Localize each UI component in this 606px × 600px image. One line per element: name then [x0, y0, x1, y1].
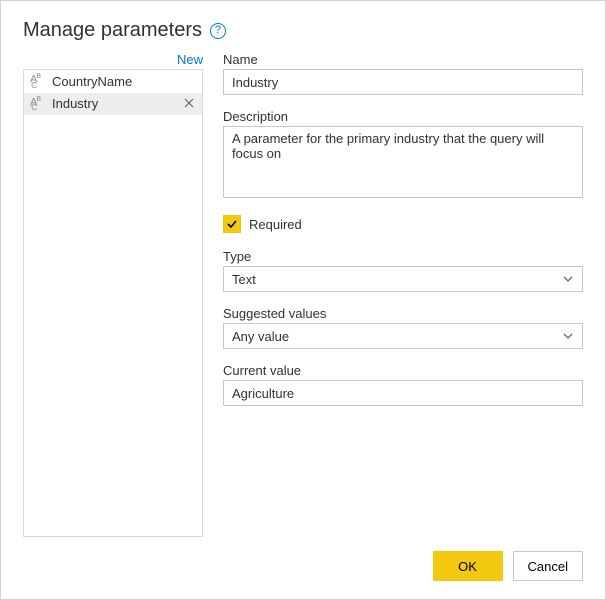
chevron-down-icon [562, 330, 574, 342]
name-label: Name [223, 52, 583, 67]
name-field-block: Name [223, 52, 583, 95]
required-checkbox[interactable] [223, 215, 241, 233]
suggested-select[interactable]: Any value [223, 323, 583, 349]
current-value-input[interactable] [223, 380, 583, 406]
manage-parameters-dialog: Manage parameters ? New AB C CountryName [0, 0, 606, 600]
type-field-block: Type Text [223, 249, 583, 292]
name-input[interactable] [223, 69, 583, 95]
parameter-item-industry[interactable]: AB C Industry [24, 93, 202, 116]
sidebar: New AB C CountryName AB C Indust [23, 52, 203, 537]
current-label: Current value [223, 363, 583, 378]
type-value: Text [232, 272, 256, 287]
parameter-form: Name Description Required Type Text [223, 52, 583, 537]
dialog-title: Manage parameters [23, 19, 202, 42]
current-field-block: Current value [223, 363, 583, 406]
cancel-button[interactable]: Cancel [513, 551, 583, 581]
ok-button[interactable]: OK [433, 551, 503, 581]
new-parameter-link[interactable]: New [177, 52, 203, 67]
required-row: Required [223, 215, 583, 233]
suggested-label: Suggested values [223, 306, 583, 321]
type-select[interactable]: Text [223, 266, 583, 292]
parameter-label: CountryName [52, 74, 132, 89]
required-label: Required [249, 217, 302, 232]
parameter-item-countryname[interactable]: AB C CountryName [24, 70, 202, 93]
description-input[interactable] [223, 126, 583, 198]
new-row: New [23, 52, 203, 67]
parameter-list: AB C CountryName AB C Industry [23, 69, 203, 537]
chevron-down-icon [562, 273, 574, 285]
suggested-value: Any value [232, 329, 289, 344]
text-type-icon: AB C [30, 96, 46, 113]
help-icon[interactable]: ? [210, 23, 226, 39]
suggested-field-block: Suggested values Any value [223, 306, 583, 349]
description-label: Description [223, 109, 583, 124]
delete-parameter-icon[interactable] [182, 96, 196, 111]
dialog-body: New AB C CountryName AB C Indust [23, 52, 583, 537]
dialog-header: Manage parameters ? [23, 19, 583, 42]
type-label: Type [223, 249, 583, 264]
dialog-footer: OK Cancel [23, 537, 583, 581]
parameter-label: Industry [52, 96, 98, 111]
description-field-block: Description [223, 109, 583, 201]
text-type-icon: AB C [30, 73, 46, 90]
